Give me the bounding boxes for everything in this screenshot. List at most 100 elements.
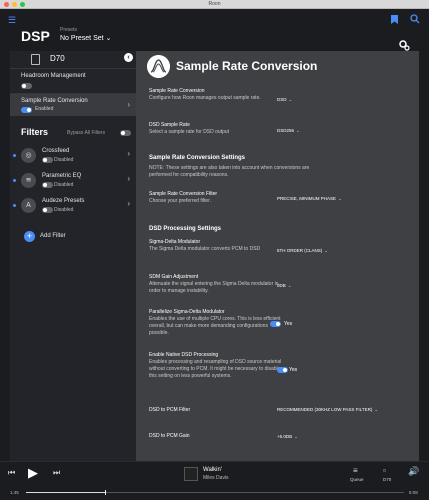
chevron-right-icon: › [127,174,130,183]
preset-dropdown[interactable]: No Preset Set ⌄ [60,34,111,42]
gear-icon[interactable] [398,39,410,51]
setting-label: Enable Native DSD Processing [149,352,219,358]
seek-bar-fill [26,492,106,493]
bypass-all-filters-toggle[interactable] [120,130,131,136]
window-title: Roon [208,1,221,7]
plus-icon: + [24,231,35,242]
section-title-src-settings: Sample Rate Conversion Settings [149,155,246,161]
settings-title: Sample Rate Conversion [176,59,318,73]
setting-description: Attenuate the signal entering the Sigma … [149,281,279,294]
chevron-down-icon: ⌄ [296,128,300,133]
crossfeed-toggle[interactable] [42,157,53,163]
setting-label: Sigma-Delta Modulator [149,239,201,245]
dropdown-value: RECOMMENDED (30KHZ LOW PASS FILTER) [277,407,373,412]
section-title-dsd-processing: DSD Processing Settings [149,226,222,232]
dropdown-value: DSD256 [277,128,295,133]
sample-rate-conversion-toggle[interactable] [21,107,32,113]
speaker-device-icon [31,54,40,65]
crossfeed-icon: ◎ [21,148,36,163]
drag-handle-icon[interactable] [13,154,16,157]
add-filter-button[interactable]: + Add Filter [21,231,121,245]
seek-handle[interactable] [105,490,107,495]
setting-sigma-delta-modulator: Sigma-Delta Modulator The Sigma Delta mo… [149,239,274,253]
drag-handle-icon[interactable] [13,179,16,182]
setting-sample-rate-conversion: Sample Rate Conversion Configure how Roo… [149,88,279,102]
zone-speaker-icon[interactable]: ▫ [383,466,386,475]
setting-label: DSD to PCM Gain [149,433,190,439]
now-playing-bar: ⏮ ▶ ⏭ Walkin' Miles Davis ≡ Queue ▫ D70 … [0,461,429,500]
setting-dsd-to-pcm-gain: DSD to PCM Gain [149,433,190,440]
previous-track-icon[interactable]: ⏮ [8,468,15,478]
sample-rate-conversion-dropdown[interactable]: DSD ⌄ [277,97,292,103]
setting-native-dsd-processing: Enable Native DSD Processing Enables pro… [149,352,289,380]
dropdown-value: DSD [277,97,287,102]
setting-label: Parallelize Sigma-Delta Modulator [149,309,225,315]
src-filter-dropdown[interactable]: PRECISE, MINIMUM PHASE ⌄ [277,196,342,202]
src-note: NOTE: These settings are also taken into… [149,165,314,179]
chevron-down-icon: ⌄ [374,407,379,412]
preset-value: No Preset Set [60,35,104,42]
dsp-sidebar: D70 ‹ Headroom Management Sample Rate Co… [10,51,136,461]
dsd-to-pcm-filter-dropdown[interactable]: RECOMMENDED (30KHZ LOW PASS FILTER) ⌄ [277,407,378,413]
track-artist[interactable]: Miles Davis [203,475,229,481]
sigma-delta-modulator-dropdown[interactable]: 5TH ORDER (CLANS) ⌄ [277,248,328,254]
bookmark-icon[interactable] [391,15,398,24]
setting-sdm-gain-adjustment: SDM Gain Adjustment Attenuate the signal… [149,274,289,295]
track-title[interactable]: Walkin' [203,467,222,473]
play-icon[interactable]: ▶ [28,465,38,481]
chevron-down-icon: ⌄ [324,248,329,253]
filter-name: Audeze Presets [42,198,85,204]
queue-icon[interactable]: ≡ [353,466,358,475]
filter-status: Disabled [54,157,74,163]
status-label: Enabled [35,106,54,112]
sdm-gain-dropdown[interactable]: 0DB ⌄ [277,283,292,289]
sidebar-item-headroom-management[interactable]: Headroom Management [10,69,136,93]
setting-description: Choose your preferred filter. [149,198,211,204]
chevron-right-icon: › [127,199,130,208]
toggle-value: Yes [284,321,293,327]
bypass-all-filters-label: Bypass All Filters [67,130,106,136]
headroom-toggle[interactable] [21,83,32,89]
drag-handle-icon[interactable] [13,204,16,207]
setting-description: Enables the use of multiple CPU cores. T… [149,316,281,336]
volume-icon[interactable]: 🔊 [408,466,419,477]
dropdown-value: +6.0DB [277,434,293,439]
filters-heading: Filters [21,127,49,137]
native-dsd-processing-toggle[interactable] [277,367,288,373]
zone-label[interactable]: D70 [383,477,391,482]
filter-item-audeze-presets[interactable]: A Audeze Presets Disabled › [10,196,136,220]
elapsed-time: 1:45 [10,490,19,495]
chevron-down-icon: ⌄ [288,97,293,102]
setting-dsd-sample-rate: DSD Sample Rate Select a sample rate for… [149,122,289,136]
filter-item-crossfeed[interactable]: ◎ Crossfeed Disabled › [10,146,136,170]
page-title: DSP [21,28,50,44]
audeze-presets-toggle[interactable] [42,207,53,213]
queue-label[interactable]: Queue [350,477,364,482]
parallelize-sdm-toggle[interactable] [270,321,281,327]
back-button[interactable]: ‹ [124,53,133,62]
filter-item-parametric-eq[interactable]: ≋ Parametric EQ Disabled › [10,171,136,195]
album-art[interactable] [184,467,198,481]
dsd-to-pcm-gain-dropdown[interactable]: +6.0DB ⌄ [277,434,298,440]
setting-description: Select a sample rate for DSD output [149,129,230,135]
search-icon[interactable] [410,14,420,24]
sidebar-item-sample-rate-conversion[interactable]: Sample Rate Conversion Enabled › [10,94,136,116]
dropdown-value: 5TH ORDER (CLANS) [277,248,323,253]
chevron-down-icon: ⌄ [294,434,298,439]
seek-bar[interactable] [26,490,404,495]
filter-name: Crossfeed [42,148,70,154]
setting-description: The Sigma Delta modulator converts PCM t… [149,246,261,252]
next-track-icon[interactable]: ⏭ [53,468,60,478]
setting-sample-rate-conversion-filter: Sample Rate Conversion Filter Choose you… [149,191,289,205]
setting-dsd-to-pcm-filter: DSD to PCM Filter [149,407,190,414]
dsd-sample-rate-dropdown[interactable]: DSD256 ⌄ [277,128,300,134]
presets-label: Presets [60,27,77,33]
setting-label: DSD Sample Rate [149,122,190,128]
hamburger-menu-icon[interactable]: ☰ [8,15,16,26]
filter-status: Disabled [54,207,74,213]
add-filter-label: Add Filter [40,233,66,239]
chevron-right-icon: › [127,100,130,109]
setting-description: Configure how Roon manages output sample… [149,95,261,101]
sidebar-item-label: Sample Rate Conversion [21,98,88,104]
parametric-eq-toggle[interactable] [42,182,53,188]
